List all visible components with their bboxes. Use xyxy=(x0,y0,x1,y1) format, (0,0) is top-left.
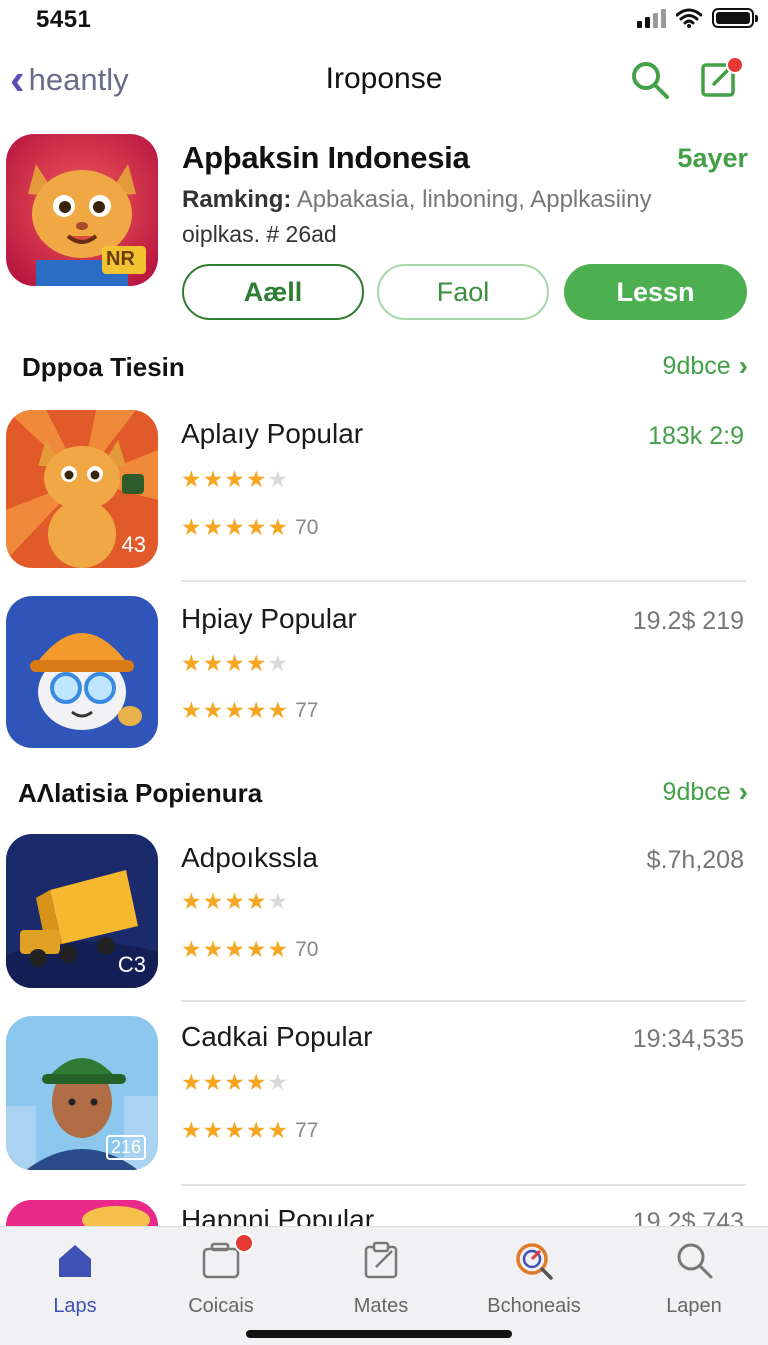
featured-tag: 5ayer xyxy=(677,143,748,173)
tab-bar: Laps Coicais Mates Bchoneais Lapen xyxy=(0,1226,768,1345)
app-name[interactable]: Hpiay Popular xyxy=(181,603,357,635)
app-name[interactable]: Aplaıy Popular xyxy=(181,418,363,450)
rating-count: 70 xyxy=(295,937,319,961)
folder-icon xyxy=(200,1233,254,1281)
wifi-icon xyxy=(676,8,702,28)
icon-badge: C3 xyxy=(117,952,146,977)
search-icon xyxy=(677,1243,713,1279)
section-title: AΛlatisia Popienura xyxy=(18,778,263,808)
section-title: Dppoa Tiesin xyxy=(22,352,185,382)
featured-button-2[interactable]: Faol xyxy=(377,264,549,320)
featured-subtitle: oiplkas. # 26ad xyxy=(182,221,337,247)
rating-row: ★★★★★ 70 xyxy=(181,514,319,540)
tab-lapen[interactable]: Lapen xyxy=(619,1239,768,1318)
home-indicator xyxy=(246,1330,512,1338)
app-name[interactable]: Cadkai Popular xyxy=(181,1021,372,1053)
rating-count: 77 xyxy=(295,1118,319,1142)
tab-mates[interactable]: Mates xyxy=(306,1239,456,1318)
clipboard-icon xyxy=(364,1241,398,1279)
see-more-label: 9dbce xyxy=(662,777,731,806)
icon-badge: 216 xyxy=(105,1135,146,1160)
divider xyxy=(181,1184,746,1186)
dashboard-search-icon xyxy=(516,1243,553,1280)
see-more-label: 9dbce xyxy=(662,351,731,380)
compose-button[interactable] xyxy=(698,56,744,102)
chevron-right-icon: › xyxy=(738,776,748,807)
home-icon xyxy=(59,1245,91,1277)
app-value: 19.2$ 219 xyxy=(632,607,744,635)
app-name[interactable]: Adpoıkssla xyxy=(181,842,318,874)
featured-button-1[interactable]: Aæll xyxy=(182,264,364,320)
chevron-right-icon: › xyxy=(738,350,748,381)
tab-label: Laps xyxy=(53,1295,97,1317)
rating-stars: ★★★★ ★ xyxy=(181,650,290,676)
tab-label: Coicais xyxy=(188,1295,254,1317)
search-icon[interactable] xyxy=(628,58,672,102)
tab-label: Mates xyxy=(353,1295,409,1317)
tab-bchoneais[interactable]: Bchoneais xyxy=(459,1239,609,1318)
rating-count: 77 xyxy=(295,698,319,722)
section-see-more[interactable]: 9dbce › xyxy=(663,776,748,808)
status-icons xyxy=(637,8,758,28)
rating-row: ★★★★★ 77 xyxy=(181,1117,319,1143)
app-icon[interactable]: 43 xyxy=(6,410,158,568)
icon-badge: 43 xyxy=(121,532,146,557)
app-icon[interactable]: C3 xyxy=(6,834,158,988)
featured-icon-badge: NR xyxy=(106,248,135,270)
helmet-cat-icon xyxy=(6,596,158,748)
featured-ranking: Ramking: Apbakasia, linboning, Applkasii… xyxy=(182,186,652,214)
rating-stars: ★★★★ ★ xyxy=(181,1069,290,1095)
signal-icon xyxy=(637,8,666,28)
tab-laps[interactable]: Laps xyxy=(0,1239,150,1318)
app-value: 19:34,535 xyxy=(632,1025,744,1053)
tab-label: Lapen xyxy=(666,1295,722,1317)
rating-stars: ★★★★ ★ xyxy=(181,888,290,914)
status-time: 5451 xyxy=(36,6,92,33)
ranking-text: Apbakasia, linboning, Applkasiiny xyxy=(296,186,652,213)
rating-count: 70 xyxy=(295,515,319,539)
app-value: 183k 2:9 xyxy=(648,422,744,450)
app-value: $.7h,208 xyxy=(646,846,744,874)
ranking-label: Ramking: xyxy=(182,186,292,213)
featured-app-name[interactable]: Apþaksin Indonesia xyxy=(182,140,470,176)
notification-dot xyxy=(234,1233,254,1253)
tab-coicais[interactable]: Coicais xyxy=(146,1233,296,1318)
rating-row: ★★★★★ 70 xyxy=(181,936,319,962)
divider xyxy=(181,1000,746,1002)
section-see-more[interactable]: 9dbce › xyxy=(663,350,748,382)
cat-mascot-icon xyxy=(6,134,158,286)
featured-button-3[interactable]: Lessn xyxy=(564,264,747,320)
rating-row: ★★★★★ 77 xyxy=(181,697,319,723)
featured-app-icon[interactable]: NR xyxy=(6,134,158,286)
app-icon[interactable]: 216 xyxy=(6,1016,158,1170)
rating-stars: ★★★★ ★ xyxy=(181,466,290,492)
tab-label: Bchoneais xyxy=(487,1295,581,1317)
divider xyxy=(181,580,746,582)
notification-dot xyxy=(726,56,744,74)
app-icon[interactable] xyxy=(6,596,158,748)
battery-icon xyxy=(712,8,758,28)
